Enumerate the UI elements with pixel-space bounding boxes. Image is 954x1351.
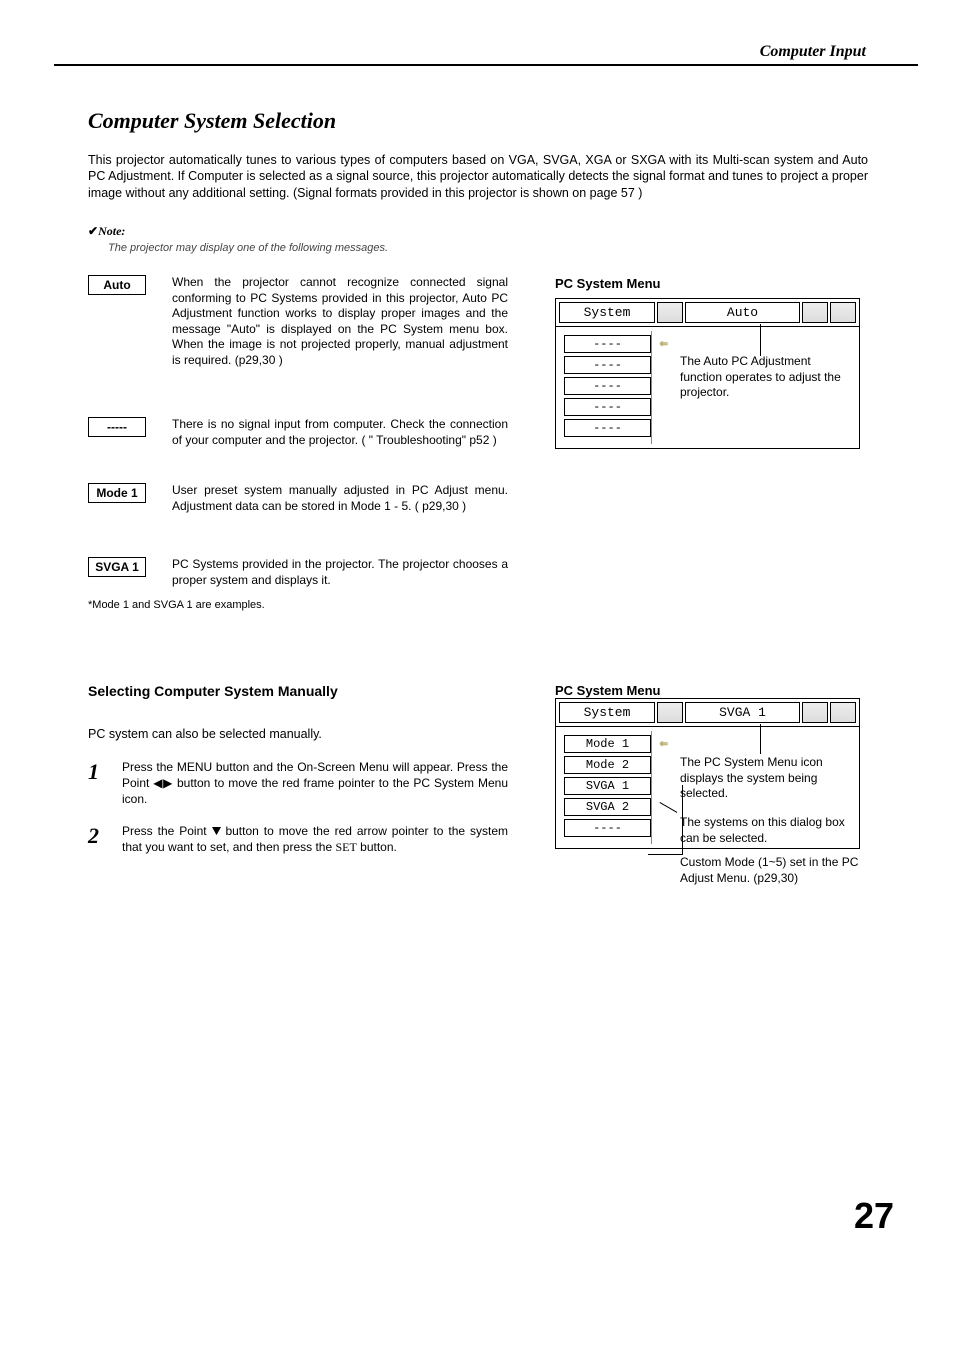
menu-b-system-label: System xyxy=(559,702,655,723)
leader-a1 xyxy=(760,324,761,356)
text-svga1: PC Systems provided in the projector. Th… xyxy=(172,557,508,588)
section-title: Computer System Selection xyxy=(88,108,336,134)
menu-a-item-2[interactable]: ---- xyxy=(564,377,651,395)
menu-a-list: ---- ⇐ ---- ---- ---- ---- xyxy=(560,331,652,444)
step-2: 2 Press the Point button to move the red… xyxy=(88,823,538,855)
menu-a-icon-1 xyxy=(657,302,683,323)
menu-b-item-1[interactable]: Mode 2 xyxy=(564,756,651,774)
menu-a-icon-2 xyxy=(802,302,828,323)
header-section: Computer Input xyxy=(760,43,866,61)
annot-b2: The systems on this dialog box can be se… xyxy=(680,815,856,846)
check-icon: ✔ xyxy=(88,224,98,238)
menu-a-item-1[interactable]: ---- xyxy=(564,356,651,374)
menu-a-item-3[interactable]: ---- xyxy=(564,398,651,416)
step2-c: button. xyxy=(357,840,397,854)
sub-title: Selecting Computer System Manually xyxy=(88,683,338,699)
text-mode1: User preset system manually adjusted in … xyxy=(172,483,508,514)
step-1-number: 1 xyxy=(88,759,116,785)
menu-a-icon-3 xyxy=(830,302,856,323)
menu-a-title: PC System Menu xyxy=(555,276,660,291)
menu-b-value: SVGA 1 xyxy=(685,702,800,723)
menu-a-item-0[interactable]: ---- ⇐ xyxy=(564,335,651,353)
step-1-text: Press the MENU button and the On-Screen … xyxy=(122,759,508,808)
menu-a-system-label: System xyxy=(559,302,655,323)
menu-b-icon-1 xyxy=(657,702,683,723)
intro-paragraph: This projector automatically tunes to va… xyxy=(88,152,868,201)
menu-b-item-4[interactable]: ---- xyxy=(564,819,651,837)
pointer-arrow-icon: ⇐ xyxy=(660,336,668,353)
page-number: 27 xyxy=(854,1195,894,1237)
leader-b1 xyxy=(760,724,761,754)
row-mode1: Mode 1 User preset system manually adjus… xyxy=(88,483,868,514)
step-2-number: 2 xyxy=(88,823,116,849)
text-dash: There is no signal input from computer. … xyxy=(172,417,508,448)
menu-a-header: System Auto xyxy=(556,299,859,327)
text-auto: When the projector cannot recognize conn… xyxy=(172,275,508,369)
menu-b-item-3[interactable]: SVGA 2 xyxy=(564,798,651,816)
label-svga1: SVGA 1 xyxy=(88,557,146,577)
down-arrow-icon xyxy=(212,827,221,836)
label-dash: ----- xyxy=(88,417,146,437)
menu-b-item-0[interactable]: Mode 1 ⇐ xyxy=(564,735,651,753)
step2-a: Press the Point xyxy=(122,824,212,838)
annot-b1: The PC System Menu icon displays the sys… xyxy=(680,755,856,802)
label-mode1: Mode 1 xyxy=(88,483,146,503)
row-svga1: SVGA 1 PC Systems provided in the projec… xyxy=(88,557,868,588)
menu-b-title: PC System Menu xyxy=(555,683,660,698)
menu-a-item-4[interactable]: ---- xyxy=(564,419,651,437)
pointer-arrow-icon: ⇐ xyxy=(660,736,668,753)
annot-b3: Custom Mode (1~5) set in the PC Adjust M… xyxy=(680,855,870,886)
menu-a-value: Auto xyxy=(685,302,800,323)
note-block: ✔Note: xyxy=(88,224,125,239)
menu-b-header: System SVGA 1 xyxy=(556,699,859,727)
leader-b3 xyxy=(648,785,683,855)
set-label: SET xyxy=(335,840,356,854)
menu-b-icon-3 xyxy=(830,702,856,723)
label-auto: Auto xyxy=(88,275,146,295)
note-text: The projector may display one of the fol… xyxy=(108,242,388,254)
note-label: Note: xyxy=(98,224,125,238)
footnote: *Mode 1 and SVGA 1 are examples. xyxy=(88,599,265,611)
menu-b-icon-2 xyxy=(802,702,828,723)
menu-b-list: Mode 1 ⇐ Mode 2 SVGA 1 SVGA 2 ---- xyxy=(560,731,652,844)
menu-b-item-2[interactable]: SVGA 1 xyxy=(564,777,651,795)
annot-a1: The Auto PC Adjustment function operates… xyxy=(680,354,856,401)
sub-intro: PC system can also be selected manually. xyxy=(88,727,322,741)
step-1: 1 Press the MENU button and the On-Scree… xyxy=(88,759,538,808)
header-rule xyxy=(54,64,918,66)
step-2-text: Press the Point button to move the red a… xyxy=(122,823,508,855)
